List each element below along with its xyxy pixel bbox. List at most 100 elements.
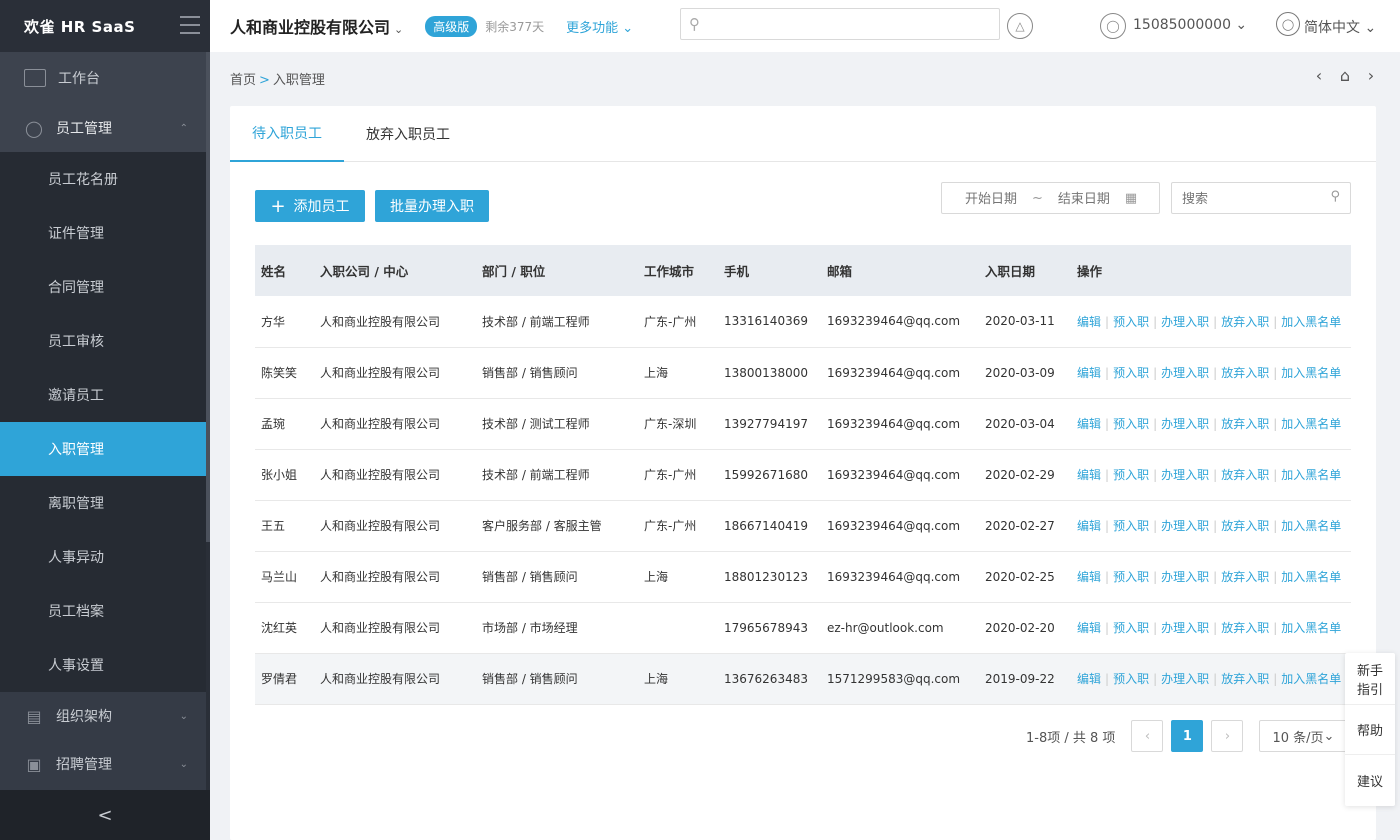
company-switcher[interactable]: 人和商业控股有限公司 ⌄ xyxy=(230,14,403,38)
collapse-sidebar-button[interactable]: < xyxy=(0,790,210,840)
row-action-link[interactable]: 编辑 xyxy=(1077,519,1101,533)
remaining-days: 剩余377天 xyxy=(485,19,545,34)
row-action-link[interactable]: 预入职 xyxy=(1113,672,1149,686)
row-action-link[interactable]: 放弃入职 xyxy=(1221,366,1269,380)
chevron-left-icon: < xyxy=(97,804,113,826)
more-features-link[interactable]: 更多功能 ⌄ xyxy=(566,17,633,36)
row-action-link[interactable]: 办理入职 xyxy=(1161,672,1209,686)
page-1-button[interactable]: 1 xyxy=(1171,720,1204,752)
row-action-link[interactable]: 加入黑名单 xyxy=(1281,417,1341,431)
row-action-link[interactable]: 加入黑名单 xyxy=(1281,366,1341,380)
sidebar-item[interactable]: 入职管理 xyxy=(0,422,206,476)
row-action-link[interactable]: 放弃入职 xyxy=(1221,417,1269,431)
sidebar-item[interactable]: 员工档案 xyxy=(0,584,206,638)
row-action-link[interactable]: 办理入职 xyxy=(1161,417,1209,431)
row-action-link[interactable]: 编辑 xyxy=(1077,315,1101,329)
bell-icon[interactable]: △ xyxy=(1007,13,1033,39)
row-action-link[interactable]: 放弃入职 xyxy=(1221,315,1269,329)
calendar-icon[interactable]: ▦ xyxy=(1125,191,1137,206)
sidebar-scrollbar-thumb[interactable] xyxy=(206,52,210,542)
table-search-input[interactable] xyxy=(1182,183,1322,213)
breadcrumb-home[interactable]: 首页 xyxy=(230,73,256,88)
row-action-link[interactable]: 办理入职 xyxy=(1161,519,1209,533)
row-action-link[interactable]: 办理入职 xyxy=(1161,570,1209,584)
row-action-link[interactable]: 放弃入职 xyxy=(1221,519,1269,533)
action-divider: | xyxy=(1213,468,1218,482)
sidebar-item[interactable]: 邀请员工 xyxy=(0,368,206,422)
row-action-link[interactable]: 加入黑名单 xyxy=(1281,570,1341,584)
row-action-link[interactable]: 预入职 xyxy=(1113,315,1149,329)
back-icon[interactable]: ‹ xyxy=(1310,66,1328,85)
tab-abandoned[interactable]: 放弃入职员工 xyxy=(344,106,472,162)
menu-toggle-icon[interactable] xyxy=(180,16,200,34)
help-button[interactable]: 帮助 xyxy=(1345,705,1395,755)
suggestion-button[interactable]: 建议 xyxy=(1345,755,1395,806)
language-switcher[interactable]: 简体中文 ⌄ xyxy=(1304,17,1376,37)
row-action-link[interactable]: 办理入职 xyxy=(1161,621,1209,635)
search-icon[interactable]: ⚲ xyxy=(1330,189,1340,204)
sidebar-item[interactable]: 人事异动 xyxy=(0,530,206,584)
row-action-link[interactable]: 编辑 xyxy=(1077,621,1101,635)
table-row: 张小姐 人和商业控股有限公司 技术部 / 前端工程师 广东-广州 15992671680… xyxy=(255,449,1351,501)
batch-onboard-button[interactable]: 批量办理入职 xyxy=(375,190,489,222)
sidebar-item[interactable]: 合同管理 xyxy=(0,260,206,314)
row-action-link[interactable]: 编辑 xyxy=(1077,366,1101,380)
table-cell: 人和商业控股有限公司 xyxy=(314,500,476,552)
row-action-link[interactable]: 编辑 xyxy=(1077,672,1101,686)
table-cell: 1571299583@qq.com xyxy=(821,653,979,705)
user-account-menu[interactable]: 15085000000 ⌄ xyxy=(1133,17,1247,33)
forward-icon[interactable]: › xyxy=(1362,66,1380,85)
prev-page-button[interactable]: ‹ xyxy=(1131,720,1164,752)
table-cell: 销售部 / 销售顾问 xyxy=(476,551,638,603)
row-action-link[interactable]: 加入黑名单 xyxy=(1281,519,1341,533)
row-action-link[interactable]: 编辑 xyxy=(1077,570,1101,584)
sidebar-item[interactable]: 离职管理 xyxy=(0,476,206,530)
row-action-link[interactable]: 办理入职 xyxy=(1161,315,1209,329)
global-search-input[interactable] xyxy=(713,9,993,37)
user-avatar-icon[interactable]: ◯ xyxy=(1100,13,1126,39)
row-action-link[interactable]: 办理入职 xyxy=(1161,366,1209,380)
table-row: 马兰山 人和商业控股有限公司 销售部 / 销售顾问 上海 18801230123 1693… xyxy=(255,551,1351,603)
row-action-link[interactable]: 加入黑名单 xyxy=(1281,468,1341,482)
action-divider: | xyxy=(1273,519,1278,533)
row-action-link[interactable]: 放弃入职 xyxy=(1221,621,1269,635)
tab-pending[interactable]: 待入职员工 xyxy=(230,106,344,162)
row-action-link[interactable]: 加入黑名单 xyxy=(1281,621,1341,635)
sidebar-item[interactable]: 员工审核 xyxy=(0,314,206,368)
row-action-link[interactable]: 编辑 xyxy=(1077,468,1101,482)
sidebar: 欢雀 HR SaaS 工作台 ◯ 员工管理 ⌃ 员工花名册 证件管理 合同管理 员工审… xyxy=(0,0,210,840)
home-icon[interactable]: ⌂ xyxy=(1336,66,1354,85)
table-cell: 上海 xyxy=(638,347,718,399)
sidebar-group-employee[interactable]: ◯ 员工管理 ⌃ xyxy=(0,104,206,152)
row-action-link[interactable]: 预入职 xyxy=(1113,417,1149,431)
sidebar-item[interactable]: 人事设置 xyxy=(0,638,206,692)
next-page-button[interactable]: › xyxy=(1211,720,1244,752)
row-action-link[interactable]: 编辑 xyxy=(1077,417,1101,431)
logo-bar: 欢雀 HR SaaS xyxy=(0,0,210,52)
row-action-link[interactable]: 放弃入职 xyxy=(1221,468,1269,482)
end-date-input[interactable] xyxy=(1048,190,1119,206)
action-divider: | xyxy=(1213,672,1218,686)
sidebar-item[interactable]: 证件管理 xyxy=(0,206,206,260)
row-action-link[interactable]: 预入职 xyxy=(1113,519,1149,533)
chevron-down-icon: ⌄ xyxy=(179,710,188,722)
add-employee-button[interactable]: + 添加员工 xyxy=(255,190,365,222)
start-date-input[interactable] xyxy=(956,190,1026,206)
row-action-link[interactable]: 加入黑名单 xyxy=(1281,672,1341,686)
row-action-link[interactable]: 预入职 xyxy=(1113,621,1149,635)
sidebar-group-org[interactable]: ▤ 组织架构 ⌄ xyxy=(0,692,206,740)
row-action-link[interactable]: 办理入职 xyxy=(1161,468,1209,482)
row-action-link[interactable]: 预入职 xyxy=(1113,570,1149,584)
sidebar-item-workbench[interactable]: 工作台 xyxy=(0,52,206,104)
row-action-link[interactable]: 放弃入职 xyxy=(1221,570,1269,584)
breadcrumb-current: 入职管理 xyxy=(272,73,325,88)
beginner-guide-button[interactable]: 新手指引 xyxy=(1345,653,1395,705)
page-size-select[interactable]: 10 条/页 ⌄ xyxy=(1259,720,1348,752)
row-action-link[interactable]: 预入职 xyxy=(1113,468,1149,482)
sidebar-group-recruit[interactable]: ▣ 招聘管理 ⌄ xyxy=(0,740,206,788)
sidebar-item[interactable]: 员工花名册 xyxy=(0,152,206,206)
action-divider: | xyxy=(1273,366,1278,380)
row-action-link[interactable]: 放弃入职 xyxy=(1221,672,1269,686)
row-action-link[interactable]: 加入黑名单 xyxy=(1281,315,1341,329)
row-action-link[interactable]: 预入职 xyxy=(1113,366,1149,380)
